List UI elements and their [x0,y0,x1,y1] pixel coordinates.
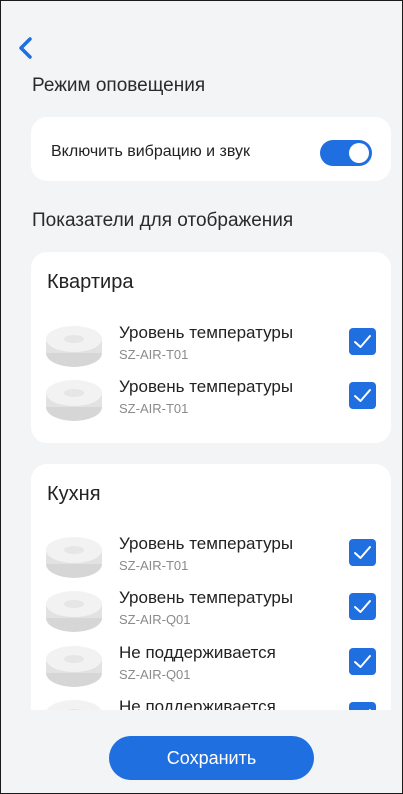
group-title: Квартира [47,271,134,293]
device-checkbox[interactable] [349,382,376,409]
back-button[interactable] [15,35,39,61]
device-model: SZ-AIR-Q01 [119,667,191,682]
air-sensor-device-icon [46,700,102,710]
notification-mode-title: Режим оповещения [32,75,206,96]
device-checkbox[interactable] [349,593,376,620]
device-name: Не поддерживается [119,697,276,710]
device-name: Уровень температуры [119,377,294,396]
device-model: SZ-AIR-Q01 [119,612,191,627]
air-sensor-device-icon [46,380,102,421]
device-model: SZ-AIR-T01 [119,401,189,416]
device-row: Уровень температуры SZ-AIR-T01 [31,323,391,379]
air-sensor-device-icon [46,326,102,367]
group-card-apartment: Квартира Уровень температуры SZ-AIR-T01 [31,252,391,443]
checkmark-icon [354,600,371,613]
scroll-content[interactable]: Режим оповещения Включить вибрацию и зву… [1,1,402,710]
device-name: Уровень температуры [119,588,294,607]
vibration-sound-label: Включить вибрацию и звук [51,143,251,160]
device-checkbox[interactable] [349,539,376,566]
checkmark-icon [354,655,371,668]
group-title: Кухня [47,483,101,505]
display-metrics-title: Показатели для отображения [32,210,294,231]
group-card-kitchen: Кухня Уровень температуры SZ-AIR-T01 Уро… [31,464,391,710]
device-row: Не поддерживается SZ-AIR-Q01 [31,643,391,699]
device-checkbox[interactable] [349,328,376,355]
save-button[interactable]: Сохранить [109,736,314,780]
device-checkbox[interactable] [349,702,376,710]
device-name: Уровень температуры [119,534,294,553]
vibration-sound-toggle[interactable] [320,140,372,166]
checkmark-icon [354,335,371,348]
device-name: Не поддерживается [119,643,276,662]
device-row: Не поддерживается [31,697,391,710]
device-row: Уровень температуры SZ-AIR-Q01 [31,588,391,644]
device-row: Уровень температуры SZ-AIR-T01 [31,377,391,433]
checkmark-icon [354,546,371,559]
app-screen: Режим оповещения Включить вибрацию и зву… [0,0,403,794]
device-model: SZ-AIR-T01 [119,347,189,362]
device-row: Уровень температуры SZ-AIR-T01 [31,534,391,590]
device-checkbox[interactable] [349,648,376,675]
notification-mode-card: Включить вибрацию и звук [31,117,391,181]
air-sensor-device-icon [46,646,102,687]
device-name: Уровень температуры [119,323,294,342]
air-sensor-device-icon [46,537,102,578]
toggle-knob [349,143,369,163]
chevron-left-icon [19,37,32,59]
air-sensor-device-icon [46,591,102,632]
device-model: SZ-AIR-T01 [119,558,189,573]
checkmark-icon [354,389,371,402]
